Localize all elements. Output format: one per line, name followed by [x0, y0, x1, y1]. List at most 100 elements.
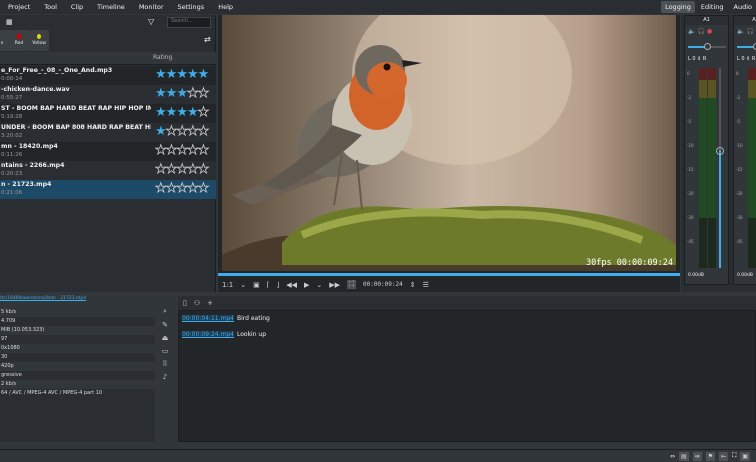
video-frame[interactable]: 30fps 00:00:09:24 [222, 15, 676, 271]
star-icon[interactable]: ★ [155, 124, 167, 139]
add-icon[interactable]: + [207, 299, 213, 307]
menu-monitor[interactable]: Monitor [139, 3, 164, 11]
star-icon[interactable]: ★ [165, 181, 177, 197]
clip-row[interactable]: -chicken-dance.wav 0:55:27 ★★★★★ [0, 85, 216, 104]
rating-stars[interactable]: ★★★★★ [155, 86, 210, 102]
search-input[interactable]: Search... [167, 17, 211, 28]
set-out-icon[interactable]: ⌋ [277, 281, 280, 289]
star-icon[interactable]: ★ [176, 67, 188, 82]
menu-help[interactable]: Help [218, 3, 233, 11]
clip-path-link[interactable]: /tc/1648lbwendsmoi/bdn - 21723.mp4 [0, 296, 120, 304]
save-icon[interactable]: ▤ [679, 451, 689, 461]
clip-row[interactable]: mn - 18420.mp4 0:11:26 ★★★★★ [0, 142, 216, 161]
insert-icon[interactable]: ⇤ [719, 451, 729, 461]
volume-fader[interactable] [716, 68, 724, 268]
star-icon[interactable]: ★ [176, 181, 188, 197]
star-icon[interactable]: ★ [155, 67, 167, 82]
zoom-fit-icon[interactable]: ⛶ [732, 452, 736, 460]
tag-red-button[interactable]: Red [9, 30, 29, 51]
menu-timeline[interactable]: Timeline [97, 3, 125, 11]
timecode-field[interactable]: 00:00:09:24 [363, 281, 403, 288]
tag-yellow-button[interactable]: Yellow [29, 30, 49, 51]
star-icon[interactable]: ★ [197, 105, 209, 121]
star-icon[interactable]: ★ [197, 143, 209, 159]
star-icon[interactable]: ★ [165, 124, 177, 140]
star-icon[interactable]: ★ [198, 67, 210, 82]
set-in-icon[interactable]: ⌈ [267, 281, 270, 289]
layout-audio[interactable]: Audio [730, 1, 756, 13]
menu-project[interactable]: Project [8, 3, 30, 11]
menu-icon[interactable]: ☰ [423, 281, 429, 289]
marker-item[interactable]: 00:00:09:24.mp4 Lookin up [182, 331, 266, 338]
rating-stars[interactable]: ★★★★★ [155, 162, 210, 178]
pan-slider[interactable] [688, 43, 726, 50]
user-icon[interactable]: ⚇ [194, 299, 200, 307]
play-icon[interactable]: ▶ [304, 281, 309, 289]
rating-stars[interactable]: ★★★★★ [155, 67, 210, 83]
rating-stars[interactable]: ★★★★★ [155, 124, 210, 140]
layout-logging[interactable]: Logging [661, 1, 695, 13]
rating-column-header[interactable]: Rating [0, 52, 216, 65]
split-icon[interactable]: ⇔ [670, 453, 675, 460]
edit-icon[interactable]: ✎ [162, 321, 168, 329]
rewind-icon[interactable]: ◀◀ [286, 281, 297, 289]
flag-icon[interactable]: ⚑ [705, 451, 716, 461]
star-icon[interactable]: ★ [197, 181, 209, 197]
clip-row[interactable]: UNDER - BOOM BAP 808 HARD RAP BEAT HIP H… [0, 123, 216, 142]
star-icon[interactable]: ★ [155, 143, 167, 159]
star-icon[interactable]: ★ [197, 162, 209, 178]
rating-stars[interactable]: ★★★★★ [155, 143, 210, 159]
star-icon[interactable]: ★ [166, 105, 178, 120]
stack-icon[interactable]: ⏏ [162, 334, 169, 342]
star-icon[interactable]: ★ [166, 86, 178, 101]
clip-row[interactable]: ntains - 2266.mp4 0:20:23 ★★★★★ [0, 161, 216, 180]
star-icon[interactable]: ★ [187, 86, 199, 102]
chevron-down-icon[interactable]: ⌄ [240, 281, 246, 289]
clip-row[interactable]: e_For_Free_-_08_-_One_And.mp3 0:00:14 ★★★★… [0, 66, 216, 85]
star-icon[interactable]: ★ [165, 143, 177, 159]
overlay-icon[interactable]: ▣ [253, 281, 260, 289]
star-icon[interactable]: ★ [176, 86, 188, 101]
star-icon[interactable]: ★ [155, 86, 167, 101]
star-icon[interactable]: ★ [176, 105, 188, 120]
zoom-icon[interactable]: ▣ [740, 451, 750, 461]
star-icon[interactable]: ★ [165, 162, 177, 178]
spin-icon[interactable]: ⇕ [410, 281, 416, 289]
menu-tool[interactable]: Tool [44, 3, 57, 11]
forward-icon[interactable]: ▶▶ [329, 281, 340, 289]
star-icon[interactable]: ★ [166, 67, 178, 82]
new-icon[interactable]: ▯ [183, 299, 187, 307]
channel-buttons[interactable]: 🔈🎧● [734, 25, 756, 38]
star-icon[interactable]: ★ [197, 124, 209, 140]
star-icon[interactable]: ★ [176, 162, 188, 178]
star-icon[interactable]: ★ [187, 124, 199, 140]
star-icon[interactable]: ★ [176, 143, 188, 159]
star-icon[interactable]: ★ [155, 162, 167, 178]
rating-stars[interactable]: ★★★★★ [155, 105, 210, 121]
star-icon[interactable]: ★ [176, 124, 188, 140]
menu-clip[interactable]: Clip [71, 3, 83, 11]
star-icon[interactable]: ★ [155, 181, 167, 197]
zoom-select[interactable]: 1:1 [222, 281, 233, 289]
star-icon[interactable]: ★ [197, 86, 209, 102]
snap-icon[interactable]: ⇹ [692, 451, 702, 461]
monitor-ruler[interactable] [218, 273, 680, 276]
menu-settings[interactable]: Settings [178, 3, 205, 11]
frame-icon[interactable]: ▭ [162, 347, 169, 355]
marker-item[interactable]: 00:00:04:11.mp4 Bird eating [182, 315, 270, 322]
settings-icon[interactable]: ⇄ [204, 35, 211, 44]
filter-icon[interactable]: ▽ [148, 17, 154, 26]
star-icon[interactable]: ★ [187, 162, 199, 178]
chevron-down-icon[interactable]: ⌄ [316, 281, 322, 289]
grid-icon[interactable]: ⠿ [162, 360, 167, 368]
star-icon[interactable]: ★ [155, 105, 167, 120]
search-icon[interactable]: ⌕ [163, 307, 167, 316]
fullscreen-icon[interactable]: ⛶ [347, 280, 356, 289]
channel-buttons[interactable]: 🔈🎧● [685, 25, 728, 38]
star-icon[interactable]: ★ [187, 181, 199, 197]
clip-row[interactable]: ST - BOOM BAP HARD BEAT RAP HIP HOP INST… [0, 104, 216, 123]
grid-icon[interactable]: ▦ [6, 18, 13, 26]
audio-icon[interactable]: ♪ [163, 373, 167, 381]
clip-row[interactable]: n - 21723.mp4 0:21:06 ★★★★★ [0, 180, 216, 199]
star-icon[interactable]: ★ [187, 105, 199, 120]
